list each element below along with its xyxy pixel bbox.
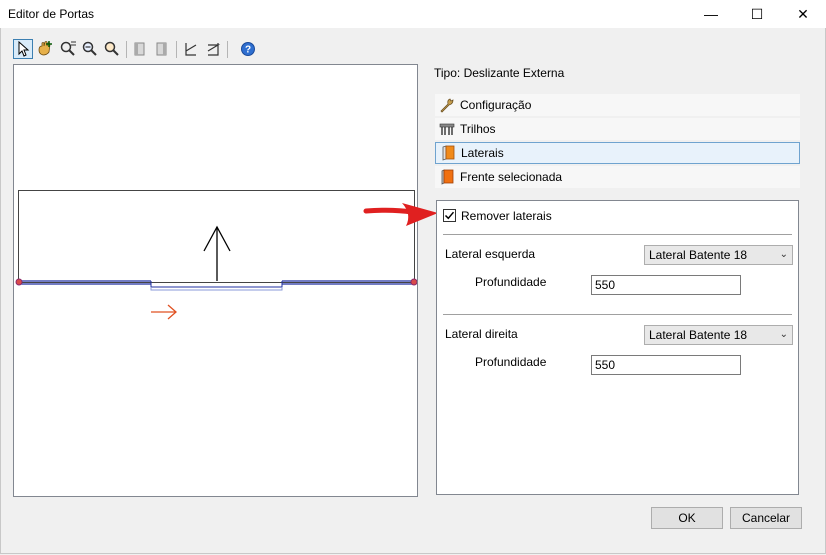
wrench-icon [438, 96, 456, 114]
close-icon: ✕ [797, 5, 809, 22]
chevron-down-icon: ⌄ [779, 329, 788, 340]
zoom-extents-icon[interactable] [102, 39, 122, 59]
hand-add-icon[interactable] [35, 39, 55, 59]
section-laterais[interactable]: Laterais [435, 142, 800, 164]
maximize-icon: ☐ [750, 5, 764, 22]
checkmark-icon [444, 211, 455, 220]
ok-button[interactable]: OK [651, 507, 723, 529]
rails-icon [438, 120, 456, 138]
profundidade-esquerda-label: Profundidade [475, 275, 547, 289]
cancel-button[interactable]: Cancelar [730, 507, 802, 529]
toolbar-separator [126, 41, 127, 58]
select-value: Lateral Batente 18 [649, 328, 748, 342]
input-value: 550 [595, 358, 616, 372]
annotation-arrow-icon [363, 203, 438, 226]
title-bar: Editor de Portas — ☐ ✕ [0, 0, 826, 28]
divider [443, 234, 792, 235]
front-left-icon[interactable] [181, 39, 201, 59]
section-label: Frente selecionada [460, 170, 563, 184]
input-value: 550 [595, 278, 616, 292]
door-type-label: Tipo: Deslizante Externa [434, 66, 565, 80]
toolbar-separator [227, 41, 228, 58]
front-right-icon[interactable] [203, 39, 223, 59]
profundidade-direita-input[interactable]: 550 [591, 355, 741, 375]
lateral-direita-select[interactable]: Lateral Batente 18 ⌄ [644, 325, 793, 345]
front-panel-icon [438, 168, 456, 186]
section-trilhos[interactable]: Trilhos [435, 118, 800, 140]
panel-left-icon[interactable] [130, 39, 150, 59]
left-hinge [15, 278, 23, 286]
center-leaf [150, 281, 283, 288]
section-label: Trilhos [460, 122, 496, 136]
maximize-button[interactable]: ☐ [734, 0, 780, 28]
minimize-button[interactable]: — [688, 0, 734, 28]
lateral-direita-label: Lateral direita [445, 327, 518, 341]
door-drawing [15, 190, 417, 320]
remove-laterais-checkbox[interactable] [443, 209, 456, 222]
remove-laterais-label[interactable]: Remover laterais [461, 209, 552, 223]
svg-text:?: ? [245, 45, 251, 56]
right-hinge [410, 278, 417, 286]
toolbar: ? [11, 37, 262, 62]
profundidade-esquerda-input[interactable]: 550 [591, 275, 741, 295]
section-frente-selecionada[interactable]: Frente selecionada [435, 166, 800, 188]
laterais-panel: Remover laterais Lateral esquerda Latera… [436, 200, 799, 495]
profundidade-direita-label: Profundidade [475, 355, 547, 369]
minimize-icon: — [704, 6, 718, 22]
select-pointer-icon[interactable] [13, 39, 33, 59]
lateral-esquerda-label: Lateral esquerda [445, 247, 536, 261]
section-label: Configuração [460, 98, 532, 112]
select-value: Lateral Batente 18 [649, 248, 748, 262]
side-panel-icon [439, 144, 457, 162]
help-icon[interactable]: ? [238, 39, 258, 59]
divider [443, 314, 792, 315]
window-title: Editor de Portas [8, 7, 95, 21]
drawing-canvas[interactable] [13, 64, 418, 497]
section-configuracao[interactable]: Configuração [435, 94, 800, 116]
toolbar-separator [176, 41, 177, 58]
section-label: Laterais [461, 146, 504, 160]
zoom-out-icon[interactable] [80, 39, 100, 59]
panel-right-icon[interactable] [152, 39, 172, 59]
chevron-down-icon: ⌄ [779, 249, 788, 260]
zoom-window-icon[interactable] [58, 39, 78, 59]
lateral-esquerda-select[interactable]: Lateral Batente 18 ⌄ [644, 245, 793, 265]
close-button[interactable]: ✕ [780, 0, 826, 28]
